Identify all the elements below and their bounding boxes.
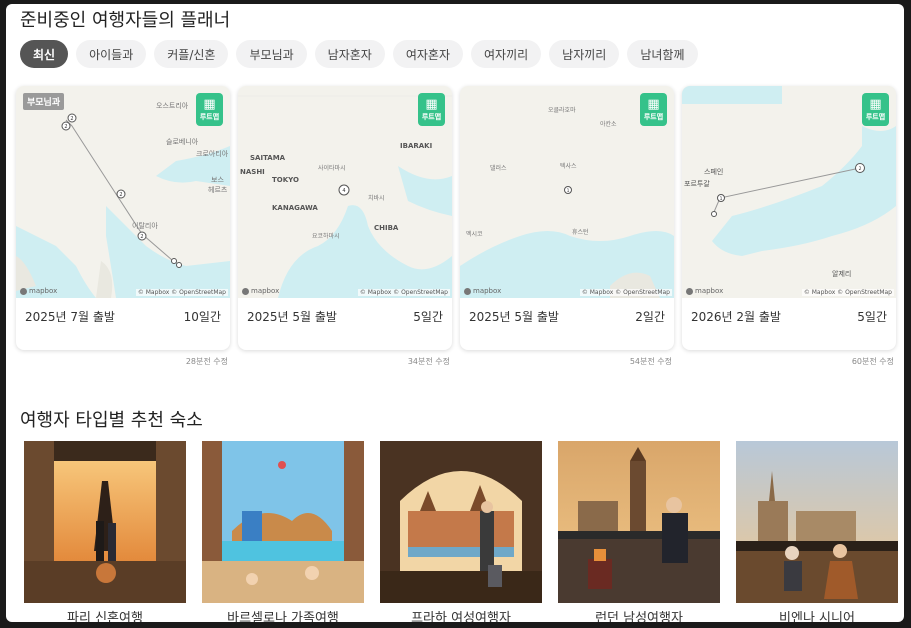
filter-chip-mixed-group[interactable]: 남녀함께 — [627, 40, 698, 68]
svg-text:2: 2 — [64, 124, 67, 130]
planner-item: 22 22 오스트리아 슬로베니아 크로아티아 보스 헤르츠 이탈리아 부모님과… — [16, 86, 230, 367]
route-map-button[interactable]: ▦ 루트맵 — [640, 93, 667, 126]
svg-text:2: 2 — [859, 166, 862, 172]
map-attribution[interactable]: © Mapbox © OpenStreetMap — [579, 289, 672, 296]
departure-date: 2026년 2월 출발 — [691, 310, 781, 324]
hotel-image — [736, 441, 898, 603]
map-icon: ▦ — [647, 97, 660, 112]
planner-section-title: 준비중인 여행자들의 플래너 — [20, 10, 231, 31]
departure-date: 2025년 5월 출발 — [247, 310, 337, 324]
hotel-image — [202, 441, 364, 603]
filter-chip-with-kids[interactable]: 아이들과 — [76, 40, 147, 68]
last-updated: 60분전 수정 — [851, 357, 894, 366]
trip-duration: 5일간 — [857, 310, 887, 324]
card-info: 2026년 2월 출발 5일간 — [682, 298, 896, 350]
hotel-card[interactable]: 프라하 여성여행자 — [380, 441, 542, 622]
route-map: 22 22 오스트리아 슬로베니아 크로아티아 보스 헤르츠 이탈리아 부모님과… — [16, 86, 230, 298]
mapbox-icon — [686, 287, 693, 295]
route-map: 12 스페인 포르투갈 알제리 ▦ 루트맵 mapbox © Mapbox © … — [682, 86, 896, 298]
mapbox-logo: mapbox — [686, 287, 723, 295]
route-map: 1 오클라호마 아칸소 댈러스 텍사스 휴스턴 멕시코 ▦ 루트맵 mapbox… — [460, 86, 674, 298]
card-info: 2025년 5월 출발 2일간 — [460, 298, 674, 350]
traveler-type-tag: 부모님과 — [23, 93, 65, 110]
mapbox-logo: mapbox — [242, 287, 279, 295]
last-updated: 54분전 수정 — [629, 357, 672, 366]
stay-section-title: 여행자 타입별 추천 숙소 — [20, 410, 203, 431]
filter-chips: 최신 아이들과 커플/신혼 부모님과 남자혼자 여자혼자 여자끼리 남자끼리 남… — [20, 40, 698, 68]
planner-item: 1 오클라호마 아칸소 댈러스 텍사스 휴스턴 멕시코 ▦ 루트맵 mapbox… — [460, 86, 674, 367]
map-icon: ▦ — [869, 97, 882, 112]
svg-text:1: 1 — [720, 196, 723, 202]
map-attribution[interactable]: © Mapbox © OpenStreetMap — [135, 289, 228, 296]
hotel-image — [558, 441, 720, 603]
svg-text:2: 2 — [119, 192, 122, 198]
card-info: 2025년 7월 출발 10일간 — [16, 298, 230, 350]
hotel-image — [24, 441, 186, 603]
page-frame: 준비중인 여행자들의 플래너 최신 아이들과 커플/신혼 부모님과 남자혼자 여… — [6, 4, 904, 622]
map-icon: ▦ — [203, 97, 216, 112]
mapbox-icon — [242, 287, 249, 295]
svg-text:2: 2 — [140, 234, 143, 240]
planner-card[interactable]: 4 SAITAMA NASHI TOKYO IBARAKI KANAGAWA C… — [238, 86, 452, 350]
filter-chip-with-parents[interactable]: 부모님과 — [236, 40, 307, 68]
hotel-card[interactable]: 비엔나 시니어 — [736, 441, 898, 622]
svg-text:4: 4 — [342, 188, 345, 194]
mapbox-logo: mapbox — [464, 287, 501, 295]
last-updated: 28분전 수정 — [185, 357, 228, 366]
hotel-image — [380, 441, 542, 603]
svg-text:1: 1 — [567, 188, 570, 194]
map-attribution[interactable]: © Mapbox © OpenStreetMap — [801, 289, 894, 296]
planner-card[interactable]: 22 22 오스트리아 슬로베니아 크로아티아 보스 헤르츠 이탈리아 부모님과… — [16, 86, 230, 350]
mapbox-icon — [20, 287, 27, 295]
map-attribution[interactable]: © Mapbox © OpenStreetMap — [357, 289, 450, 296]
route-map-button[interactable]: ▦ 루트맵 — [418, 93, 445, 126]
svg-text:2: 2 — [70, 116, 73, 122]
trip-duration: 5일간 — [413, 310, 443, 324]
planner-item: 4 SAITAMA NASHI TOKYO IBARAKI KANAGAWA C… — [238, 86, 452, 367]
filter-chip-couple[interactable]: 커플/신혼 — [154, 40, 229, 68]
hotel-card[interactable]: 파리 신혼여행 — [24, 441, 186, 622]
hotel-card[interactable]: 바르셀로나 가족여행 — [202, 441, 364, 622]
route-map-button[interactable]: ▦ 루트맵 — [196, 93, 223, 126]
hotel-list: 파리 신혼여행 바르셀로나 가족여행 프라하 여성여행자 런던 남성여행자 비엔… — [24, 441, 898, 622]
mapbox-logo: mapbox — [20, 287, 57, 295]
hotel-name: 비엔나 시니어 — [779, 611, 855, 622]
filter-chip-latest[interactable]: 최신 — [20, 40, 69, 68]
route-map: 4 SAITAMA NASHI TOKYO IBARAKI KANAGAWA C… — [238, 86, 452, 298]
hotel-name: 바르셀로나 가족여행 — [227, 611, 339, 622]
hotel-name: 파리 신혼여행 — [67, 611, 143, 622]
trip-duration: 2일간 — [635, 310, 665, 324]
hotel-card[interactable]: 런던 남성여행자 — [558, 441, 720, 622]
filter-chip-female-group[interactable]: 여자끼리 — [471, 40, 542, 68]
mapbox-icon — [464, 287, 471, 295]
filter-chip-male-group[interactable]: 남자끼리 — [549, 40, 620, 68]
filter-chip-solo-male[interactable]: 남자혼자 — [314, 40, 385, 68]
card-info: 2025년 5월 출발 5일간 — [238, 298, 452, 350]
departure-date: 2025년 5월 출발 — [469, 310, 559, 324]
route-map-button[interactable]: ▦ 루트맵 — [862, 93, 889, 126]
map-icon: ▦ — [425, 97, 438, 112]
planner-card[interactable]: 1 오클라호마 아칸소 댈러스 텍사스 휴스턴 멕시코 ▦ 루트맵 mapbox… — [460, 86, 674, 350]
filter-chip-solo-female[interactable]: 여자혼자 — [392, 40, 463, 68]
last-updated: 34분전 수정 — [407, 357, 450, 366]
hotel-name: 런던 남성여행자 — [595, 611, 683, 622]
departure-date: 2025년 7월 출발 — [25, 310, 115, 324]
planner-list: 22 22 오스트리아 슬로베니아 크로아티아 보스 헤르츠 이탈리아 부모님과… — [16, 86, 896, 367]
hotel-name: 프라하 여성여행자 — [411, 611, 511, 622]
planner-card[interactable]: 12 스페인 포르투갈 알제리 ▦ 루트맵 mapbox © Mapbox © … — [682, 86, 896, 350]
trip-duration: 10일간 — [183, 310, 221, 324]
planner-item: 12 스페인 포르투갈 알제리 ▦ 루트맵 mapbox © Mapbox © … — [682, 86, 896, 367]
